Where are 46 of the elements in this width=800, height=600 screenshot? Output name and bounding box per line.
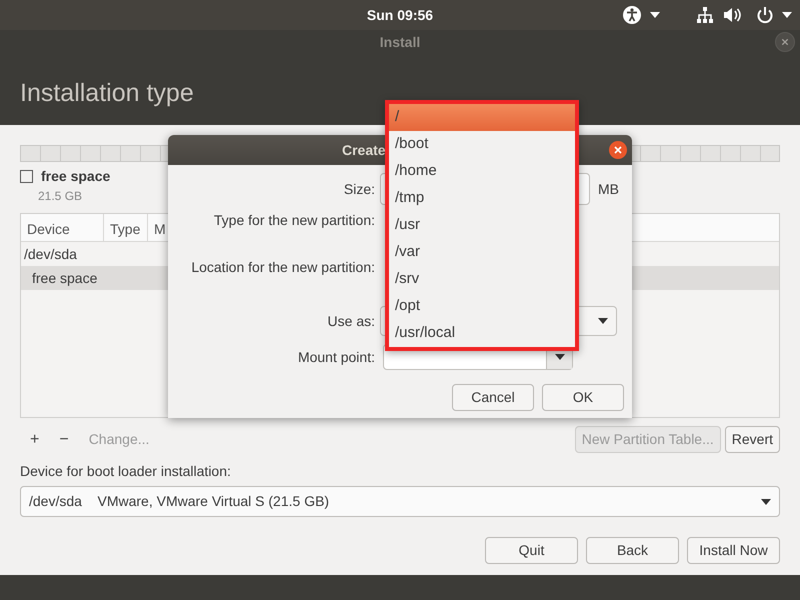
legend-swatch (20, 170, 33, 183)
field-label: Use as: (326, 312, 376, 330)
volume-icon[interactable] (722, 6, 742, 24)
field-label: Type for the new partition: (212, 210, 376, 230)
table-cell[interactable]: /dev/sda (24, 246, 77, 262)
menu-item[interactable]: /boot (389, 131, 575, 158)
table-button[interactable]: Revert (724, 426, 780, 453)
power-icon[interactable] (756, 6, 774, 24)
dialog-button[interactable]: Cancel (452, 384, 534, 411)
caret-icon[interactable] (782, 12, 792, 18)
window-title: Install (380, 33, 420, 52)
network-icon[interactable] (696, 6, 714, 24)
dialog-button[interactable]: OK (542, 384, 624, 411)
caret-icon (598, 318, 608, 324)
column-header[interactable]: Type (104, 214, 148, 241)
menu-item[interactable]: /usr (389, 212, 575, 239)
boot-loader-select[interactable]: /dev/sda VMware, VMware Virtual S (21.5 GB) (20, 486, 780, 517)
legend-size: 21.5 GB (38, 189, 82, 203)
page-heading: Installation type (20, 79, 194, 107)
caret-icon[interactable] (650, 12, 660, 18)
menu-item[interactable]: /home (389, 158, 575, 185)
tool-button[interactable]: + (20, 428, 50, 452)
field-label: Size: (342, 180, 376, 198)
field-label: Mount point: (296, 348, 376, 367)
unit-label: MB (598, 180, 619, 198)
action-button[interactable]: Install Now (687, 537, 780, 564)
menu-item[interactable]: /tmp (389, 185, 575, 212)
close-icon[interactable] (609, 141, 627, 159)
clock[interactable]: Sun 09:56 (366, 4, 434, 26)
menu-item[interactable]: /var (389, 239, 575, 266)
dialog-title: Create (342, 142, 386, 158)
menu-item[interactable]: /opt (389, 293, 575, 320)
action-button[interactable]: Quit (485, 537, 578, 564)
field-label: Location for the new partition: (190, 258, 376, 277)
accessibility-icon[interactable] (622, 5, 642, 25)
boot-loader-label: Device for boot loader installation: (20, 463, 231, 479)
caret-icon (761, 498, 771, 504)
tool-button[interactable]: − (49, 428, 79, 452)
column-header[interactable]: Device (21, 214, 104, 241)
legend-label: free space (41, 167, 110, 186)
close-icon[interactable] (775, 32, 795, 52)
menu-item[interactable]: / (389, 104, 575, 131)
action-button[interactable]: Back (586, 537, 679, 564)
menu-item[interactable]: /usr/local (389, 320, 575, 347)
table-cell[interactable]: free space (32, 270, 98, 286)
menu-item[interactable]: /srv (389, 266, 575, 293)
